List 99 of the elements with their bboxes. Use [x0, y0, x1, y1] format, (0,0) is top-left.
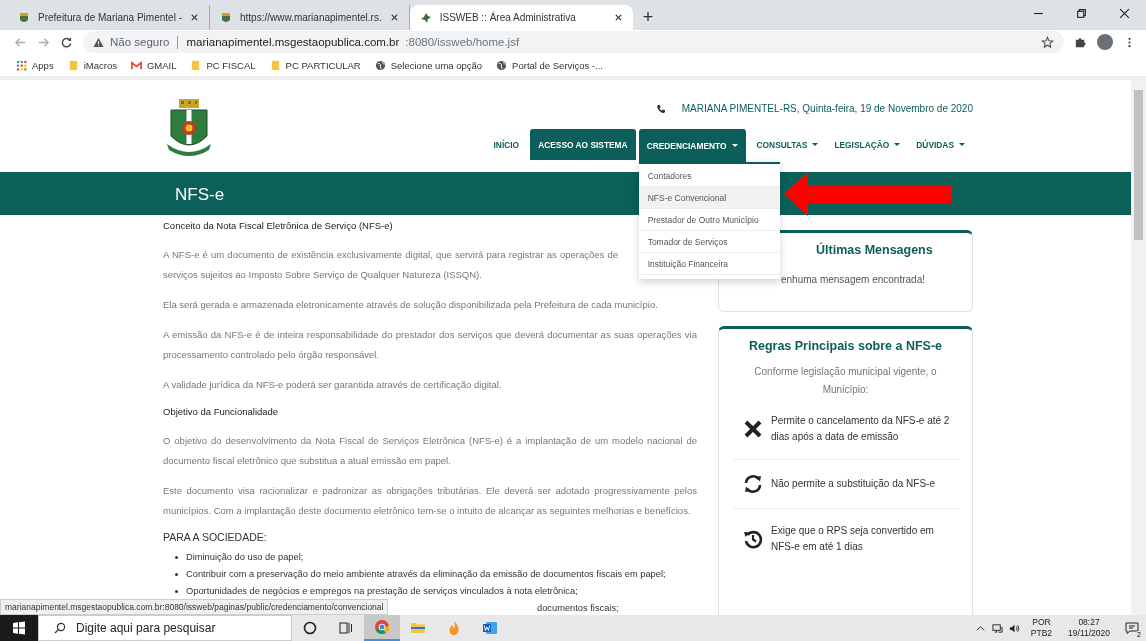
history-icon — [743, 529, 763, 549]
circle-icon — [302, 620, 318, 636]
apps-grid-icon — [16, 59, 27, 71]
language-indicator[interactable]: POR PTB2 — [1030, 617, 1053, 639]
restore-icon[interactable] — [1076, 8, 1087, 19]
close-icon[interactable] — [189, 13, 199, 22]
sync-icon — [743, 474, 763, 494]
browser-tab[interactable]: https://www.marianapimentel.rs. — [209, 5, 410, 30]
keyboard-layout: PTB2 — [1030, 628, 1053, 639]
close-icon[interactable] — [613, 13, 623, 22]
folder-icon — [269, 59, 281, 71]
section-heading: Conceito da Nota Fiscal Eletrônica de Serviço (NFS-e) — [163, 219, 393, 233]
clock[interactable]: 08:27 19/11/2020 — [1068, 617, 1110, 639]
url-path: :8080/issweb/home.jsf — [405, 36, 520, 48]
tab-title: https://www.marianapimentel.rs. — [239, 12, 382, 23]
paragraph: A NFS-e é um documento de existência exclusivamente digital, que servirá para registrar as operações de serviços sujeitos ao Imposto Sobre Serviço de Qualquer Natureza (ISSQN). — [163, 248, 618, 282]
nav-link[interactable]: DÚVIDAS — [908, 129, 973, 160]
crest-icon — [219, 11, 232, 24]
search-icon — [54, 622, 66, 634]
rule-text: Exige que o RPS seja convertido em NFS-e em até 1 dias — [771, 524, 935, 554]
new-tab-button[interactable]: + — [632, 5, 664, 30]
close-icon[interactable] — [389, 13, 399, 22]
security-label: Não seguro — [110, 36, 170, 48]
bookmark-label: Apps — [32, 59, 54, 71]
warning-icon — [93, 36, 104, 48]
folder-icon — [67, 59, 79, 71]
folder-icon — [190, 59, 202, 71]
menu-item[interactable]: Instituição Financeira — [638, 253, 780, 275]
bookmark[interactable]: PC FISCAL — [190, 59, 256, 71]
list-item: Oportunidades de negócios e empregos na prestação de serviços vinculados à nota eletrônica; — [186, 585, 578, 598]
bookmark-label: PC PARTICULAR — [285, 59, 361, 71]
paragraph: A validade jurídica da NFS-e poderá ser garantida através de certificação digital. — [163, 378, 503, 392]
task-view-icon — [338, 620, 354, 636]
scrollbar[interactable] — [1131, 80, 1146, 615]
section-title: PARA A SOCIEDADE: — [163, 531, 268, 543]
language-code: POR — [1032, 617, 1051, 628]
rule-text: Permite o cancelamento da NFS-e até 2 dias após a data de emissão — [771, 414, 951, 444]
leaf-icon — [419, 11, 432, 24]
clock-time: 08:27 — [1078, 617, 1100, 628]
globe-icon — [374, 59, 386, 71]
nav-link[interactable]: LEGISLAÇÃO — [826, 129, 909, 160]
clock-date: 19/11/2020 — [1068, 628, 1110, 639]
list-item: documentos fiscais; — [537, 602, 619, 615]
contact-info: MARIANA PIMENTEL-RS, Quinta-feira, 19 de Novembro de 2020 — [681, 103, 973, 114]
close-icon[interactable] — [1119, 8, 1130, 19]
phone-icon — [655, 103, 666, 114]
bookmark[interactable]: GMAIL — [130, 59, 177, 71]
url-host: marianapimentel.msgestaopublica.com.br — [186, 36, 400, 48]
browser-tab[interactable]: Prefeitura de Mariana Pimentel - — [8, 5, 210, 30]
paragraph: Este documento visa racionalizar e padronizar as obrigações tributárias. Ele deverá ser adotado progressivamente pelos municípios. Com a implantação deste documento eletrônico tem-se o intuito de alcançar as seguintes melhorias e benefícios. — [163, 484, 697, 518]
folder-icon — [410, 620, 426, 636]
puzzle-icon[interactable] — [1074, 35, 1087, 49]
tab-title: ISSWEB :: Área Administrativa — [439, 12, 576, 23]
card-intro: Conforme legislação municipal vigente, o Município: — [753, 365, 938, 397]
bookmark-label: GMAIL — [146, 59, 177, 71]
card-title: Últimas Mensagens — [815, 241, 934, 257]
status-url: marianapimentel.msgestaopublica.com.br:8080/issweb/paginas/public/credenciamento/convencional — [0, 599, 389, 615]
empty-message: enhuma mensagem encontrada! — [781, 273, 926, 285]
menu-item[interactable]: Tomador de Serviços — [638, 231, 780, 253]
nav-link[interactable]: ACESSO AO SISTEMA — [530, 129, 636, 160]
tab-title: Prefeitura de Mariana Pimentel - — [38, 12, 182, 23]
bullet-icon — [175, 556, 178, 559]
network-icon[interactable] — [991, 622, 1003, 634]
address-bar[interactable]: Não seguro marianapimentel.msgestaopublica.com.br :8080/issweb/home.jsf — [83, 31, 1064, 53]
page-title: NFS-e — [175, 185, 225, 204]
chrome-icon — [374, 619, 390, 635]
bookmark[interactable]: Apps — [16, 59, 54, 71]
list-item: Contribuir com a preservação do meio ambiente através da eliminação da emissão de documentos fiscais em papel; — [186, 568, 666, 581]
notification-icon — [1125, 621, 1139, 635]
nav-link[interactable]: INÍCIO — [485, 129, 528, 160]
crest-icon — [18, 11, 30, 24]
section-heading: Objetivo da Funcionalidade — [163, 405, 279, 419]
browser-tab[interactable]: ISSWEB :: Área Administrativa — [409, 5, 633, 30]
globe-icon — [496, 59, 508, 71]
rule-text: Não permite a substituição da NFS-e — [771, 477, 936, 491]
paragraph: O objetivo do desenvolvimento da Nota Fiscal de Serviços Eletrônica (NFS-e) é a implantação de um modelo nacional de documento fiscal eletrônico que substitua a atual emissão em papel. — [163, 434, 697, 468]
nav-link[interactable]: CREDENCIAMENTO — [638, 129, 746, 162]
windows-start-icon[interactable] — [0, 615, 38, 641]
speaker-icon[interactable] — [1008, 622, 1020, 634]
list-item: Diminuição do uso de papel; — [186, 551, 304, 564]
nav-link[interactable]: CONSULTAS — [748, 129, 827, 160]
bullet-icon — [175, 573, 178, 576]
word-icon — [482, 620, 498, 636]
paragraph: A emissão da NFS-e é de inteira responsabilidade do prestador dos serviços que deverá documentar as suas operações via processamento controlado pelo órgão responsável. — [163, 328, 697, 362]
taskbar-search-field[interactable]: Digite aqui para pesquisar — [38, 615, 292, 641]
bookmark-label: PC FISCAL — [206, 59, 256, 71]
avatar-icon[interactable] — [1097, 34, 1113, 50]
card-title: Regras Principais sobre a NFS-e — [747, 338, 944, 353]
menu-item[interactable]: NFS-e Convencional — [638, 187, 780, 209]
paragraph: Ela será gerada e armazenada eletronicamente através de solução disponibilizada pela Prefeitura de cada município. — [163, 298, 659, 312]
bookmark-label: iMacros — [83, 59, 117, 71]
menu-item[interactable]: Prestador de Outro Município — [638, 209, 780, 231]
bookmark[interactable]: iMacros — [67, 59, 117, 71]
star-icon[interactable] — [1041, 35, 1054, 49]
bookmark[interactable]: PC PARTICULAR — [269, 59, 361, 71]
cross-icon — [743, 419, 763, 439]
bullet-icon — [175, 590, 178, 593]
mail-icon — [130, 59, 142, 71]
reload-icon[interactable] — [60, 35, 73, 49]
